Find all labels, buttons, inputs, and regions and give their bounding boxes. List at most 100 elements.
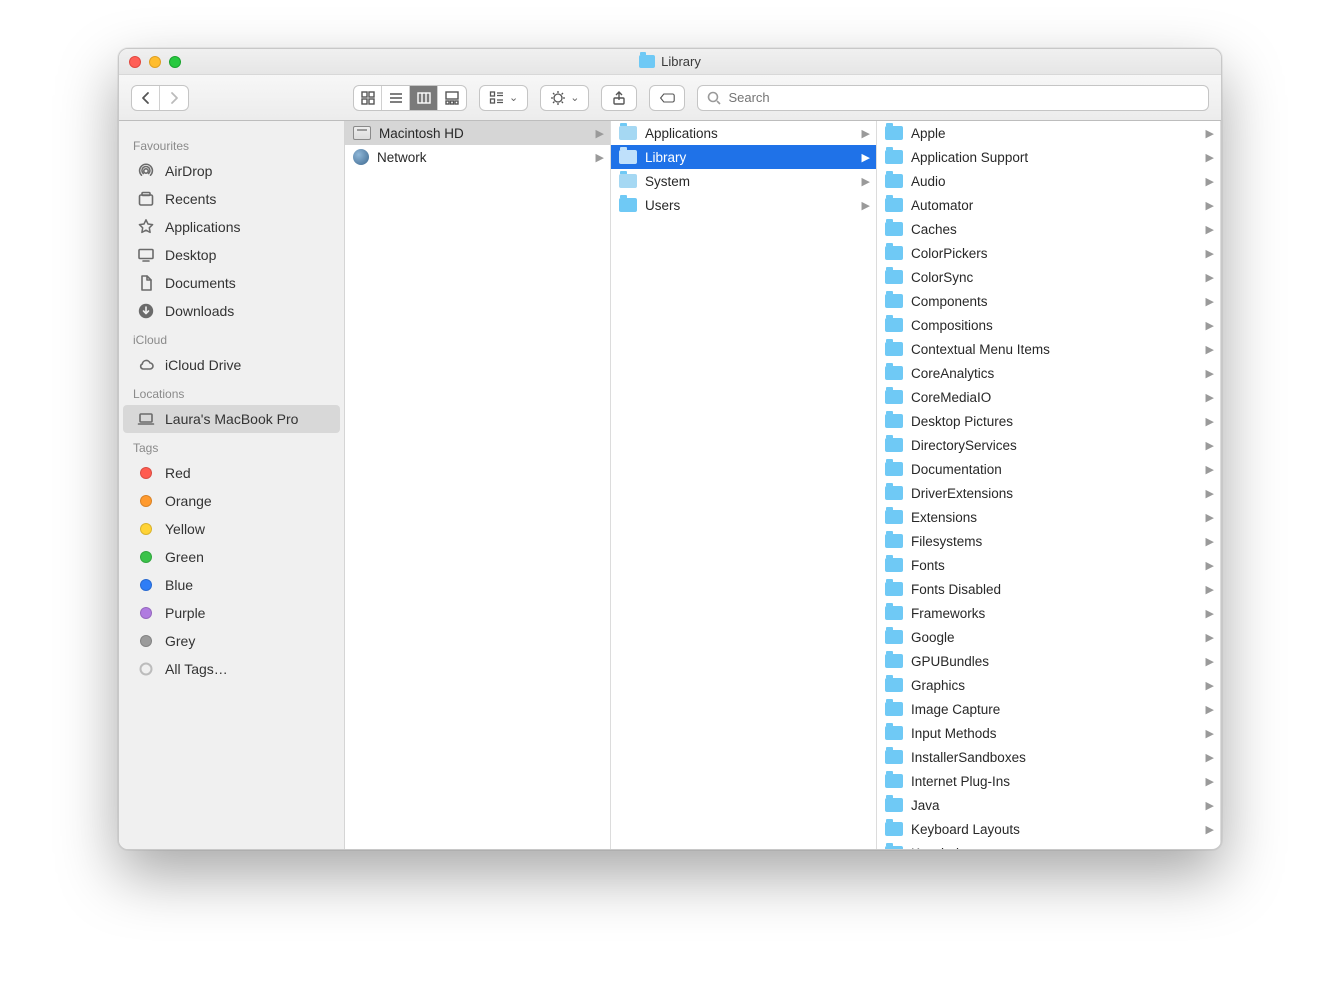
close-window-button[interactable] <box>129 56 141 68</box>
list-item[interactable]: Filesystems▶ <box>877 529 1220 553</box>
chevron-right-icon: ▶ <box>1206 607 1214 620</box>
action-menu-button[interactable]: ⌄ <box>540 85 589 111</box>
item-label: DirectoryServices <box>911 438 1017 453</box>
chevron-right-icon: ▶ <box>862 199 870 212</box>
item-label: ColorSync <box>911 270 973 285</box>
list-item[interactable]: System▶ <box>611 169 876 193</box>
list-item[interactable]: Keychains▶ <box>877 841 1220 849</box>
list-item[interactable]: ColorSync ▶ <box>877 265 1220 289</box>
list-item[interactable]: CoreAnalytics▶ <box>877 361 1220 385</box>
minimize-window-button[interactable] <box>149 56 161 68</box>
list-item[interactable]: Fonts Disabled▶ <box>877 577 1220 601</box>
chevron-down-icon: ⌄ <box>509 91 518 104</box>
sidebar-item-desktop[interactable]: Desktop <box>123 241 340 269</box>
sidebar-item-label: iCloud Drive <box>165 357 241 373</box>
laptop-icon <box>137 410 155 428</box>
icon-view-button[interactable] <box>354 86 382 110</box>
item-label: Applications <box>645 126 718 141</box>
sidebar-item-applications[interactable]: Applications <box>123 213 340 241</box>
list-item[interactable]: DirectoryServices▶ <box>877 433 1220 457</box>
list-item[interactable]: Users▶ <box>611 193 876 217</box>
sidebar-item-icloud-drive[interactable]: iCloud Drive <box>123 351 340 379</box>
list-item[interactable]: Network▶ <box>345 145 610 169</box>
doc-icon <box>137 274 155 292</box>
sidebar-item-airdrop[interactable]: AirDrop <box>123 157 340 185</box>
chevron-right-icon: ▶ <box>1206 391 1214 404</box>
list-item[interactable]: Keyboard Layouts ▶ <box>877 817 1220 841</box>
sidebar-item-downloads[interactable]: Downloads <box>123 297 340 325</box>
search-input[interactable] <box>728 90 1200 105</box>
list-item[interactable]: Caches ▶ <box>877 217 1220 241</box>
list-item[interactable]: Frameworks ▶ <box>877 601 1220 625</box>
sidebar-item-label: Recents <box>165 191 216 207</box>
list-item[interactable]: Components▶ <box>877 289 1220 313</box>
item-label: Frameworks <box>911 606 985 621</box>
list-item[interactable]: Applications▶ <box>611 121 876 145</box>
chevron-right-icon: ▶ <box>1206 271 1214 284</box>
tag-icon <box>137 464 155 482</box>
sidebar-item-purple[interactable]: Purple <box>123 599 340 627</box>
item-label: Compositions <box>911 318 993 333</box>
gallery-view-button[interactable] <box>438 86 466 110</box>
item-label: CoreMediaIO <box>911 390 991 405</box>
list-item[interactable]: InstallerSandboxes▶ <box>877 745 1220 769</box>
list-item[interactable]: Google▶ <box>877 625 1220 649</box>
sidebar: FavouritesAirDropRecentsApplicationsDesk… <box>119 121 345 849</box>
list-item[interactable]: Audio▶ <box>877 169 1220 193</box>
group-by-button[interactable]: ⌄ <box>479 85 528 111</box>
list-item[interactable]: Apple▶ <box>877 121 1220 145</box>
list-view-button[interactable] <box>382 86 410 110</box>
list-item[interactable]: Macintosh HD▶ <box>345 121 610 145</box>
list-item[interactable]: CoreMediaIO ▶ <box>877 385 1220 409</box>
column-view-button[interactable] <box>410 86 438 110</box>
list-item[interactable]: DriverExtensions▶ <box>877 481 1220 505</box>
list-item[interactable]: Java▶ <box>877 793 1220 817</box>
sidebar-item-orange[interactable]: Orange <box>123 487 340 515</box>
list-item[interactable]: Desktop Pictures▶ <box>877 409 1220 433</box>
list-item[interactable]: Fonts▶ <box>877 553 1220 577</box>
sidebar-item-grey[interactable]: Grey <box>123 627 340 655</box>
titlebar[interactable]: Library <box>119 49 1221 75</box>
back-button[interactable] <box>132 86 160 110</box>
sidebar-item-blue[interactable]: Blue <box>123 571 340 599</box>
search-field[interactable] <box>697 85 1209 111</box>
sidebar-item-red[interactable]: Red <box>123 459 340 487</box>
item-label: Keyboard Layouts <box>911 822 1020 837</box>
list-item[interactable]: Input Methods▶ <box>877 721 1220 745</box>
list-item[interactable]: Extensions▶ <box>877 505 1220 529</box>
list-item[interactable]: Compositions▶ <box>877 313 1220 337</box>
chevron-right-icon: ▶ <box>1206 223 1214 236</box>
chevron-right-icon: ▶ <box>1206 823 1214 836</box>
sidebar-item-green[interactable]: Green <box>123 543 340 571</box>
zoom-window-button[interactable] <box>169 56 181 68</box>
item-label: Components <box>911 294 988 309</box>
item-label: Image Capture <box>911 702 1000 717</box>
airdrop-icon <box>137 162 155 180</box>
edit-tags-button[interactable] <box>649 85 685 111</box>
chevron-right-icon: ▶ <box>1206 583 1214 596</box>
list-item[interactable]: Automator▶ <box>877 193 1220 217</box>
share-button[interactable] <box>601 85 637 111</box>
traffic-lights <box>129 56 181 68</box>
sidebar-item-label: Blue <box>165 577 193 593</box>
list-item[interactable]: Image Capture▶ <box>877 697 1220 721</box>
item-label: Caches <box>911 222 957 237</box>
sidebar-item-recents[interactable]: Recents <box>123 185 340 213</box>
list-item[interactable]: Library▶ <box>611 145 876 169</box>
list-item[interactable]: Application Support▶ <box>877 145 1220 169</box>
list-item[interactable]: Contextual Menu Items▶ <box>877 337 1220 361</box>
list-item[interactable]: Internet Plug-Ins▶ <box>877 769 1220 793</box>
list-item[interactable]: ColorPickers▶ <box>877 241 1220 265</box>
sidebar-item-yellow[interactable]: Yellow <box>123 515 340 543</box>
list-item[interactable]: Documentation▶ <box>877 457 1220 481</box>
chevron-right-icon: ▶ <box>1206 631 1214 644</box>
sidebar-item-all-tags-[interactable]: All Tags… <box>123 655 340 683</box>
chevron-right-icon: ▶ <box>1206 655 1214 668</box>
sidebar-section-header: Locations <box>119 379 344 405</box>
list-item[interactable]: Graphics▶ <box>877 673 1220 697</box>
sidebar-item-laura-s-macbook-pro[interactable]: Laura's MacBook Pro <box>123 405 340 433</box>
forward-button[interactable] <box>160 86 188 110</box>
sidebar-item-documents[interactable]: Documents <box>123 269 340 297</box>
chevron-right-icon: ▶ <box>1206 727 1214 740</box>
list-item[interactable]: GPUBundles▶ <box>877 649 1220 673</box>
